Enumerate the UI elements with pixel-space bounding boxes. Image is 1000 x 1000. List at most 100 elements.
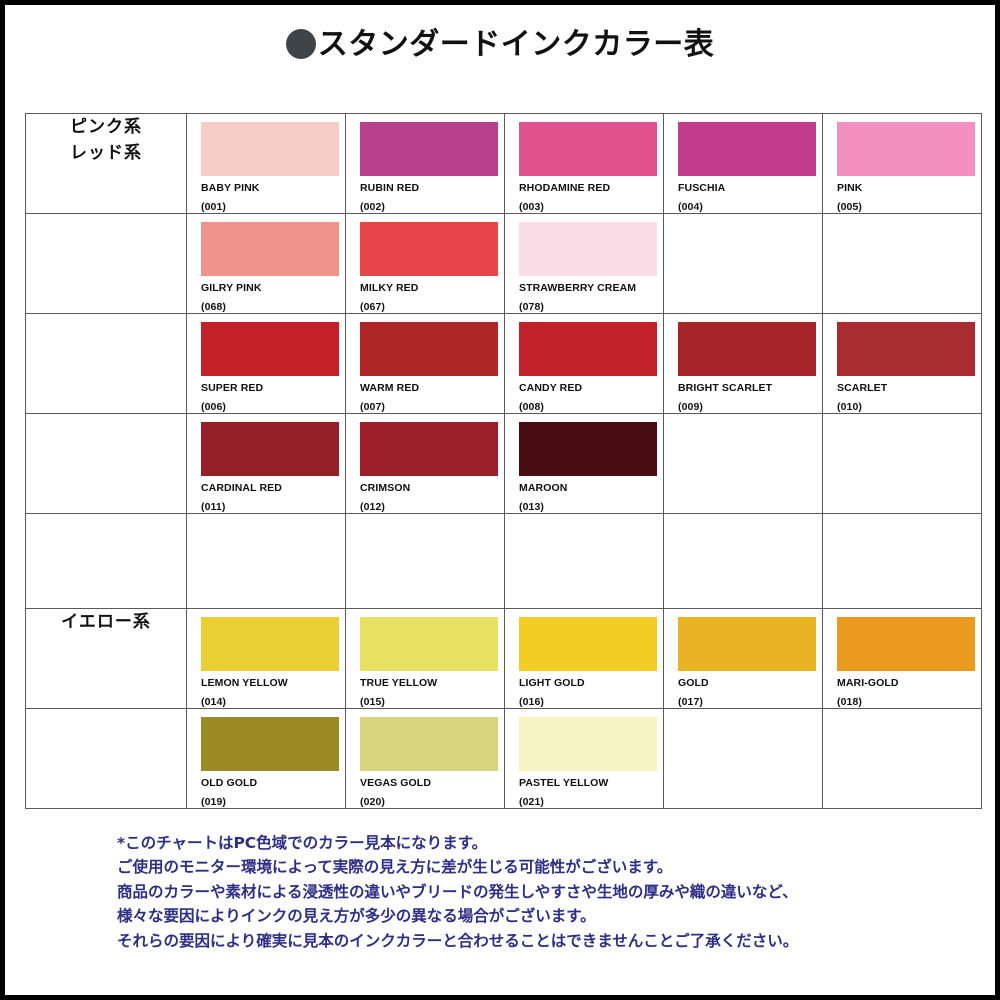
disclaimer-line: それらの要因により確実に見本のインクカラーと合わせることはできませんことご了承く…	[117, 931, 799, 950]
color-swatch-cell[interactable]: MILKY RED (067)	[345, 213, 505, 314]
filled-circle-icon	[285, 29, 316, 59]
swatch-content: PINK (005)	[823, 114, 981, 213]
swatch-content: BABY PINK (001)	[187, 114, 345, 213]
category-label: イエロー系	[26, 609, 186, 635]
swatch-content: STRAWBERRY CREAM (078)	[505, 214, 663, 313]
swatch-content: LIGHT GOLD (016)	[505, 609, 663, 708]
color-swatch-cell[interactable]: LIGHT GOLD (016)	[504, 608, 664, 709]
empty-cell	[663, 513, 823, 609]
color-name: BRIGHT SCARLET	[678, 382, 773, 394]
swatch-content: TRUE YELLOW (015)	[346, 609, 504, 708]
ink-color-table: ピンク系 レッド系 BABY PINK (001) RUBIN RED (002) RHOD…	[25, 113, 982, 809]
category-cell	[25, 413, 187, 514]
color-swatch	[519, 617, 657, 671]
swatch-content: RUBIN RED (002)	[346, 114, 504, 213]
color-swatch	[201, 322, 339, 376]
color-swatch-cell[interactable]: CANDY RED (008)	[504, 313, 664, 414]
color-name: VEGAS GOLD	[360, 777, 432, 789]
swatch-content: WARM RED (007)	[346, 314, 504, 413]
swatch-content: GOLD (017)	[664, 609, 822, 708]
color-swatch-cell[interactable]: MARI-GOLD (018)	[822, 608, 982, 709]
color-swatch-cell[interactable]: LEMON YELLOW (014)	[186, 608, 346, 709]
color-swatch-cell[interactable]: OLD GOLD (019)	[186, 708, 346, 809]
swatch-content: PASTEL YELLOW (021)	[505, 709, 663, 808]
color-code: (018)	[837, 696, 863, 708]
color-code: (020)	[360, 796, 386, 808]
swatch-content: SCARLET (010)	[823, 314, 981, 413]
disclaimer-note: *このチャートはPC色域でのカラー見本になります。 ご使用のモニター環境によって実…	[117, 831, 947, 953]
color-swatch	[360, 422, 498, 476]
color-swatch-cell[interactable]: RUBIN RED (002)	[345, 113, 505, 214]
color-code: (006)	[201, 401, 227, 413]
color-swatch-cell[interactable]: BABY PINK (001)	[186, 113, 346, 214]
color-swatch-cell[interactable]: STRAWBERRY CREAM (078)	[504, 213, 664, 314]
color-swatch-cell[interactable]: BRIGHT SCARLET (009)	[663, 313, 823, 414]
color-name: SUPER RED	[201, 382, 264, 394]
color-swatch	[360, 717, 498, 771]
color-name: RUBIN RED	[360, 182, 420, 194]
color-name: RHODAMINE RED	[519, 182, 611, 194]
color-swatch	[201, 422, 339, 476]
empty-cell	[186, 513, 346, 609]
color-code: (010)	[837, 401, 863, 413]
color-code: (005)	[837, 201, 863, 213]
color-swatch-cell[interactable]: TRUE YELLOW (015)	[345, 608, 505, 709]
color-code: (001)	[201, 201, 227, 213]
color-code: (011)	[201, 501, 226, 513]
swatch-content: GILRY PINK (068)	[187, 214, 345, 313]
color-code: (003)	[519, 201, 545, 213]
empty-cell	[663, 213, 823, 314]
color-name: CARDINAL RED	[201, 482, 282, 494]
color-name: CRIMSON	[360, 482, 411, 494]
color-code: (021)	[519, 796, 545, 808]
color-code: (067)	[360, 301, 386, 313]
color-swatch	[678, 617, 816, 671]
color-swatch	[519, 322, 657, 376]
swatch-content: SUPER RED (006)	[187, 314, 345, 413]
page-title-text: スタンダードインクカラー表	[317, 27, 715, 62]
color-swatch-cell[interactable]: CRIMSON (012)	[345, 413, 505, 514]
color-swatch-cell[interactable]: FUSCHIA (004)	[663, 113, 823, 214]
swatch-content: MILKY RED (067)	[346, 214, 504, 313]
color-swatch-cell[interactable]: WARM RED (007)	[345, 313, 505, 414]
color-code: (068)	[201, 301, 227, 313]
color-swatch-cell[interactable]: PASTEL YELLOW (021)	[504, 708, 664, 809]
swatch-content: VEGAS GOLD (020)	[346, 709, 504, 808]
color-name: FUSCHIA	[678, 182, 726, 194]
color-code: (008)	[519, 401, 545, 413]
color-code: (017)	[678, 696, 704, 708]
color-swatch	[519, 122, 657, 176]
color-swatch-cell[interactable]: GOLD (017)	[663, 608, 823, 709]
swatch-content: LEMON YELLOW (014)	[187, 609, 345, 708]
swatch-content: OLD GOLD (019)	[187, 709, 345, 808]
table-row: ピンク系 レッド系 BABY PINK (001) RUBIN RED (002) RHOD…	[25, 113, 982, 214]
swatch-content: CRIMSON (012)	[346, 414, 504, 513]
swatch-content: CARDINAL RED (011)	[187, 414, 345, 513]
table-row: OLD GOLD (019) VEGAS GOLD (020) PASTEL YELLO…	[25, 708, 982, 809]
color-swatch-cell[interactable]: GILRY PINK (068)	[186, 213, 346, 314]
color-swatch-cell[interactable]: SUPER RED (006)	[186, 313, 346, 414]
swatch-content: BRIGHT SCARLET (009)	[664, 314, 822, 413]
color-swatch	[201, 617, 339, 671]
empty-cell	[663, 413, 823, 514]
disclaimer-line: ご使用のモニター環境によって実際の見え方に差が生じる可能性がございます。	[117, 858, 673, 877]
table-row: SUPER RED (006) WARM RED (007) CANDY RED (008…	[25, 313, 982, 414]
color-name: MILKY RED	[360, 282, 419, 294]
color-swatch-cell[interactable]: CARDINAL RED (011)	[186, 413, 346, 514]
color-name: BABY PINK	[201, 182, 260, 194]
disclaimer-line: 様々な要因によりインクの見え方が多少の異なる場合がございます。	[117, 907, 596, 926]
category-cell	[25, 513, 187, 609]
color-code: (015)	[360, 696, 386, 708]
color-swatch-cell[interactable]: RHODAMINE RED (003)	[504, 113, 664, 214]
color-swatch-cell[interactable]: PINK (005)	[822, 113, 982, 214]
color-swatch-cell[interactable]: SCARLET (010)	[822, 313, 982, 414]
color-swatch	[360, 122, 498, 176]
color-swatch	[837, 122, 975, 176]
color-code: (019)	[201, 796, 227, 808]
empty-cell	[663, 708, 823, 809]
color-swatch	[201, 122, 339, 176]
color-name: TRUE YELLOW	[360, 677, 438, 689]
color-swatch-cell[interactable]: VEGAS GOLD (020)	[345, 708, 505, 809]
table-row: GILRY PINK (068) MILKY RED (067) STRAWBERRY …	[25, 213, 982, 314]
color-swatch-cell[interactable]: MAROON (013)	[504, 413, 664, 514]
